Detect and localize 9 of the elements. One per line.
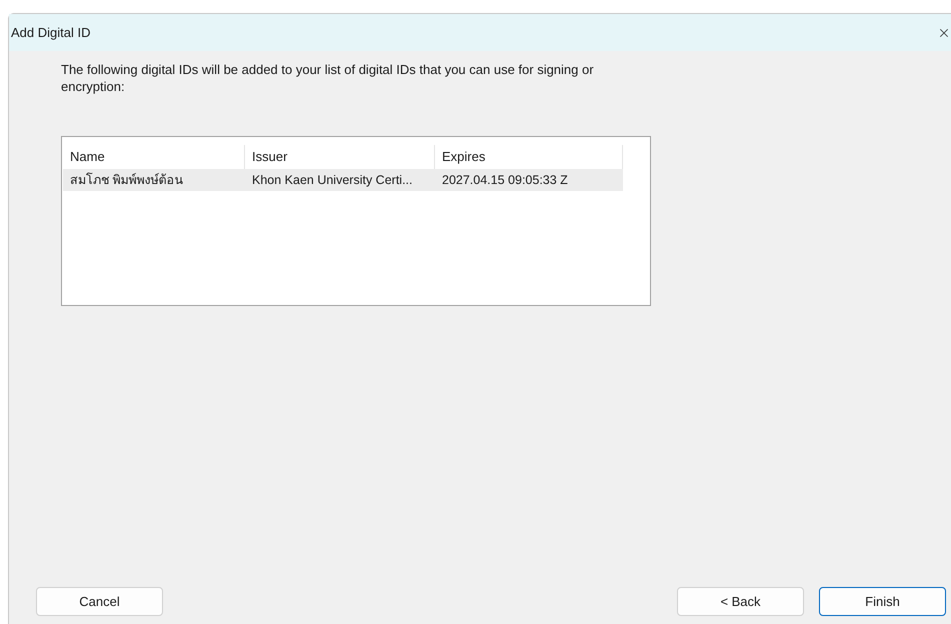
message-text: The following digital IDs will be added to your list of digital IDs that you can use for signing or encryption:	[61, 61, 595, 95]
dialog-button[interactable]: < Back	[677, 587, 804, 616]
table-cell-text: สมโภช พิมพ์พงษ์ต้อน	[69, 172, 184, 189]
table-cell-text: Khon Kaen University Certi...	[251, 172, 414, 189]
dialog-button[interactable]: Cancel	[36, 587, 163, 616]
table-cell-text: 2027.04.15 09:05:33 Z	[441, 172, 569, 189]
table-row[interactable]: สมโภช พิมพ์พงษ์ต้อน Khon Kaen University Certi... 2027.04.15 09:05:33 Z	[63, 169, 623, 191]
window-title: Add Digital ID	[11, 24, 90, 42]
finish-button[interactable]: Finish	[819, 587, 946, 616]
